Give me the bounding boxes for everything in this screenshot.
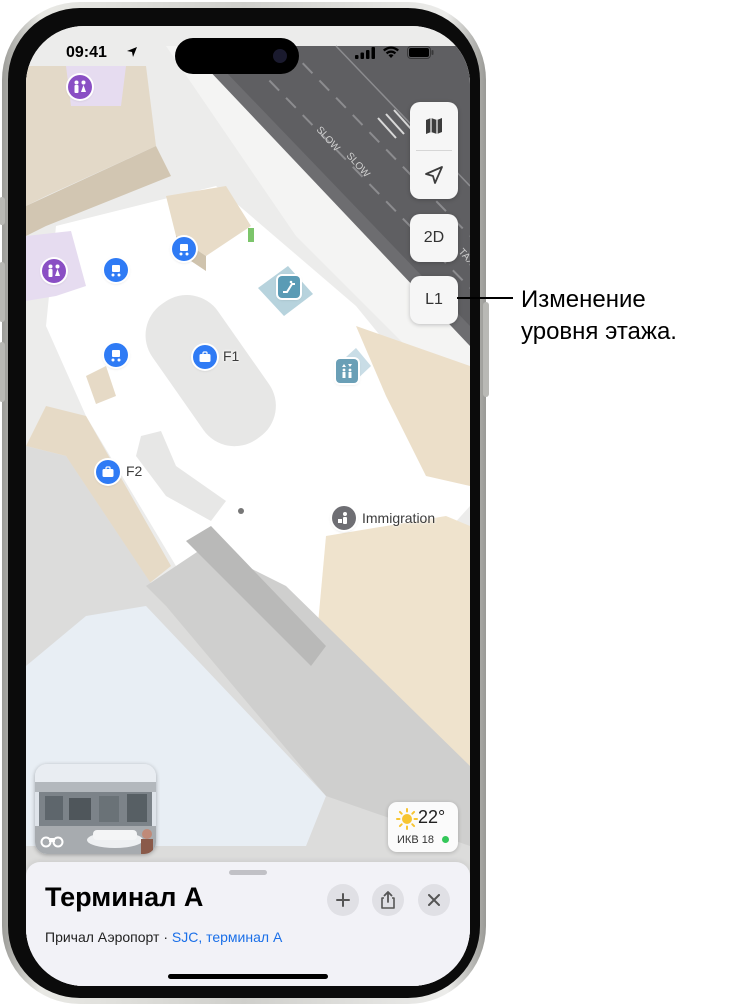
escalator-pin[interactable] <box>278 276 300 298</box>
poi-label-immigration[interactable]: Immigration <box>362 510 435 526</box>
restroom-icon <box>48 264 60 277</box>
elevator-icon <box>342 364 352 378</box>
place-title: Терминал А <box>45 882 204 912</box>
suitcase-icon <box>102 466 114 477</box>
escalator-icon <box>283 280 295 293</box>
status-icons <box>355 46 434 59</box>
sun-icon <box>396 808 418 830</box>
callout-line-2: уровня этажа. <box>521 318 677 345</box>
location-services-icon <box>127 47 137 57</box>
status-time: 09:41 <box>66 44 107 61</box>
battery-icon <box>407 46 434 59</box>
volume-down-button <box>0 342 5 402</box>
callout-line <box>457 297 513 299</box>
elevator-pin[interactable] <box>336 359 358 383</box>
volume-up-button <box>0 262 5 322</box>
floor-picker-button[interactable]: L1 <box>410 276 458 324</box>
location-arrow-icon <box>425 166 443 184</box>
luggage-cart-icon <box>179 244 189 256</box>
callout-line-1: Изменение <box>521 286 646 313</box>
luggage-cart-pin[interactable] <box>104 343 128 367</box>
place-subtitle: Причал Аэропорт · SJC, терминал A <box>45 929 282 945</box>
restroom-pin[interactable] <box>68 75 92 99</box>
camera-icon <box>273 49 287 63</box>
restroom-icon <box>74 80 86 93</box>
add-button[interactable] <box>327 884 359 916</box>
place-card-sheet[interactable]: Терминал А Причал Аэропорт · SJC, термин… <box>26 862 470 986</box>
home-indicator <box>168 974 328 979</box>
floor-picker-label: L1 <box>425 291 443 308</box>
map-type-button[interactable] <box>410 102 458 150</box>
map-icon <box>426 118 442 134</box>
cellular-signal-icon <box>355 46 375 59</box>
wifi-icon <box>383 46 399 58</box>
plus-icon <box>336 893 350 907</box>
share-icon <box>381 891 395 909</box>
look-around-preview[interactable] <box>35 764 156 854</box>
callout-annotation: Изменение уровня этажа. <box>521 284 677 348</box>
sheet-grabber[interactable] <box>229 870 267 875</box>
place-subtitle-prefix: Причал Аэропорт · <box>45 929 172 945</box>
phone-frame: SLOW SLOW TAXI 09:41 2D L1 F1 F2 Immigra… <box>0 2 489 1004</box>
air-quality-index: ИКВ 18 <box>397 834 434 846</box>
restroom-pin[interactable] <box>42 259 66 283</box>
track-location-button[interactable] <box>410 151 458 199</box>
weather-widget[interactable]: 22° ИКВ 18 <box>388 802 458 852</box>
immigration-icon <box>338 512 347 524</box>
poi-label-f1[interactable]: F1 <box>223 348 239 364</box>
share-button[interactable] <box>372 884 404 916</box>
dimension-toggle-label: 2D <box>423 229 445 246</box>
weather-temperature: 22° <box>418 807 446 827</box>
close-icon <box>428 894 440 906</box>
map-controls-group <box>410 102 458 199</box>
place-subtitle-link[interactable]: SJC, терминал A <box>172 929 282 945</box>
suitcase-icon <box>199 351 211 362</box>
action-button <box>0 197 5 225</box>
close-button[interactable] <box>418 884 450 916</box>
binoculars-icon <box>40 836 64 848</box>
screen: SLOW SLOW TAXI 09:41 2D L1 F1 F2 Immigra… <box>26 26 470 986</box>
air-quality-status-dot <box>442 836 449 843</box>
dynamic-island <box>175 38 299 74</box>
dimension-toggle[interactable]: 2D <box>410 214 458 262</box>
luggage-cart-icon <box>111 265 121 277</box>
poi-label-f2[interactable]: F2 <box>126 463 142 479</box>
baggage-claim-f2-pin[interactable] <box>96 460 120 484</box>
baggage-claim-f1-pin[interactable] <box>193 345 217 369</box>
immigration-pin[interactable] <box>332 506 356 530</box>
side-button <box>483 302 489 397</box>
luggage-cart-pin[interactable] <box>104 258 128 282</box>
luggage-cart-pin[interactable] <box>172 237 196 261</box>
luggage-cart-icon <box>111 350 121 362</box>
